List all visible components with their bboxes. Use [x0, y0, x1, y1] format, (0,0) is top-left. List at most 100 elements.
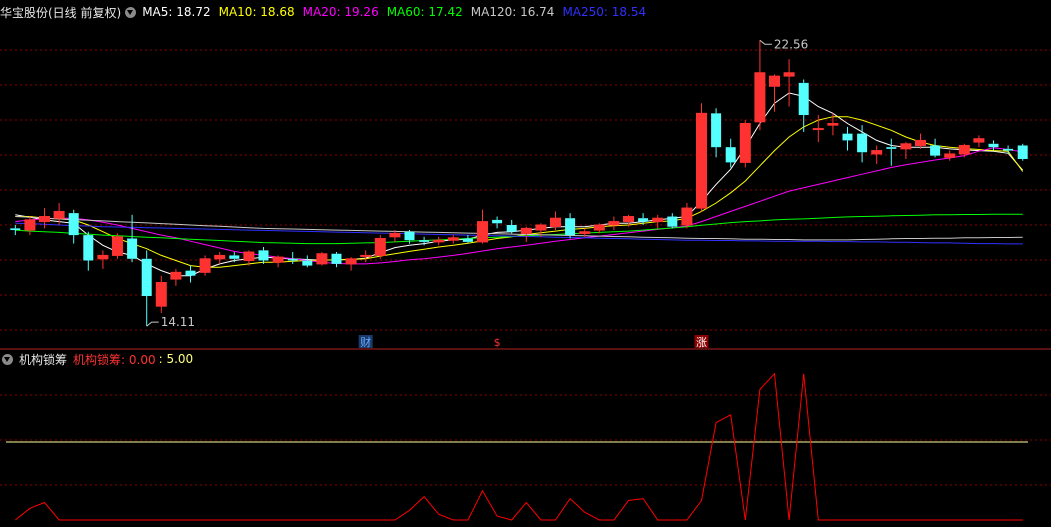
candle-body	[725, 147, 736, 163]
candle-body	[506, 224, 517, 232]
candle	[10, 224, 21, 236]
candle-body	[915, 139, 926, 146]
candle	[944, 150, 956, 161]
candle	[141, 250, 152, 327]
candle-body	[871, 150, 883, 155]
candle-body	[53, 210, 65, 219]
candle-body	[170, 271, 182, 280]
candle-body	[433, 239, 445, 243]
candle-body	[520, 227, 532, 234]
candle	[973, 135, 985, 148]
candle-body	[374, 238, 386, 256]
candle	[302, 255, 313, 268]
candle-body	[1003, 148, 1014, 151]
candle	[711, 108, 722, 158]
candle	[506, 219, 517, 234]
candle-body	[331, 253, 342, 264]
candle	[608, 216, 620, 231]
candle-body	[842, 133, 853, 141]
ma5-label: MA5: 18.72	[142, 5, 211, 19]
candle-body	[681, 207, 693, 226]
indicator-header: 机构锁筹 机构锁筹: 0.00 : 5.00	[0, 350, 193, 368]
candle	[565, 213, 576, 239]
candle-body	[287, 258, 298, 261]
candle-body	[958, 144, 970, 155]
candle	[112, 233, 123, 259]
candle-body	[667, 216, 678, 227]
candle-body	[83, 235, 94, 261]
candle-body	[316, 253, 328, 265]
candle	[155, 275, 167, 313]
candle-body	[258, 250, 269, 261]
candle-body	[185, 270, 196, 276]
high-price-label: 22.56	[774, 37, 808, 51]
candle-body	[389, 232, 401, 238]
candle-body	[565, 218, 576, 236]
candle-body	[739, 122, 751, 163]
indicator-value: 机构锁筹: 0.00	[73, 352, 156, 367]
candle-body	[229, 255, 240, 259]
candle	[170, 268, 182, 286]
candle-body	[812, 128, 824, 131]
event-marker-0: 财	[360, 335, 371, 349]
candle-body	[199, 258, 211, 273]
candle-body	[345, 258, 357, 265]
candle	[199, 255, 211, 276]
candle	[331, 252, 342, 268]
candle-body	[783, 72, 795, 77]
candle-body	[68, 213, 79, 236]
candle-body	[930, 145, 941, 156]
candle-body	[593, 224, 605, 231]
candle	[374, 235, 386, 259]
candle-body	[419, 240, 430, 242]
candle	[754, 40, 766, 131]
candle	[447, 235, 459, 244]
candle-body	[623, 216, 634, 223]
candle-body	[112, 236, 123, 256]
candle	[477, 209, 488, 244]
candle	[360, 250, 372, 263]
candle-body	[10, 228, 21, 231]
candle-body	[272, 256, 284, 263]
candle-body	[360, 254, 372, 257]
candle-body	[404, 231, 415, 241]
candle-body	[988, 143, 999, 148]
dropdown-icon[interactable]	[2, 353, 13, 365]
candle	[857, 125, 868, 163]
candle-body	[827, 122, 839, 126]
candle	[214, 252, 226, 264]
ma120-label: MA120: 16.74	[470, 5, 555, 19]
ma60-label: MA60: 17.42	[386, 5, 463, 19]
candle-body	[214, 254, 226, 260]
candle	[433, 236, 445, 246]
candle	[900, 142, 912, 160]
candle-body	[127, 238, 138, 259]
candle	[769, 74, 780, 112]
candle-body	[155, 281, 167, 307]
ma10-label: MA10: 18.68	[218, 5, 295, 19]
candle-body	[798, 82, 809, 116]
candle	[842, 126, 853, 151]
candle-body	[769, 75, 780, 87]
dropdown-icon[interactable]	[125, 6, 137, 18]
candle	[783, 59, 795, 107]
candle	[83, 231, 94, 271]
candle-body	[652, 217, 664, 223]
candle-body	[550, 217, 561, 228]
event-marker-1: $	[494, 336, 501, 349]
stock-title: 华宝股份(日线 前复权)	[0, 5, 122, 20]
indicator-line	[14, 372, 1023, 521]
candle	[1017, 143, 1028, 161]
candle	[915, 133, 926, 149]
low-price-label: 14.11	[161, 315, 195, 329]
candle-body	[754, 72, 766, 123]
candle	[258, 246, 269, 264]
candle-body	[243, 251, 255, 262]
high-marker-line	[759, 39, 772, 45]
candle	[652, 214, 664, 229]
candle	[492, 216, 503, 229]
candle-body	[24, 219, 36, 231]
candle-body	[97, 254, 109, 260]
indicator-name: 机构锁筹	[19, 352, 68, 367]
ma20-line	[15, 147, 1023, 265]
